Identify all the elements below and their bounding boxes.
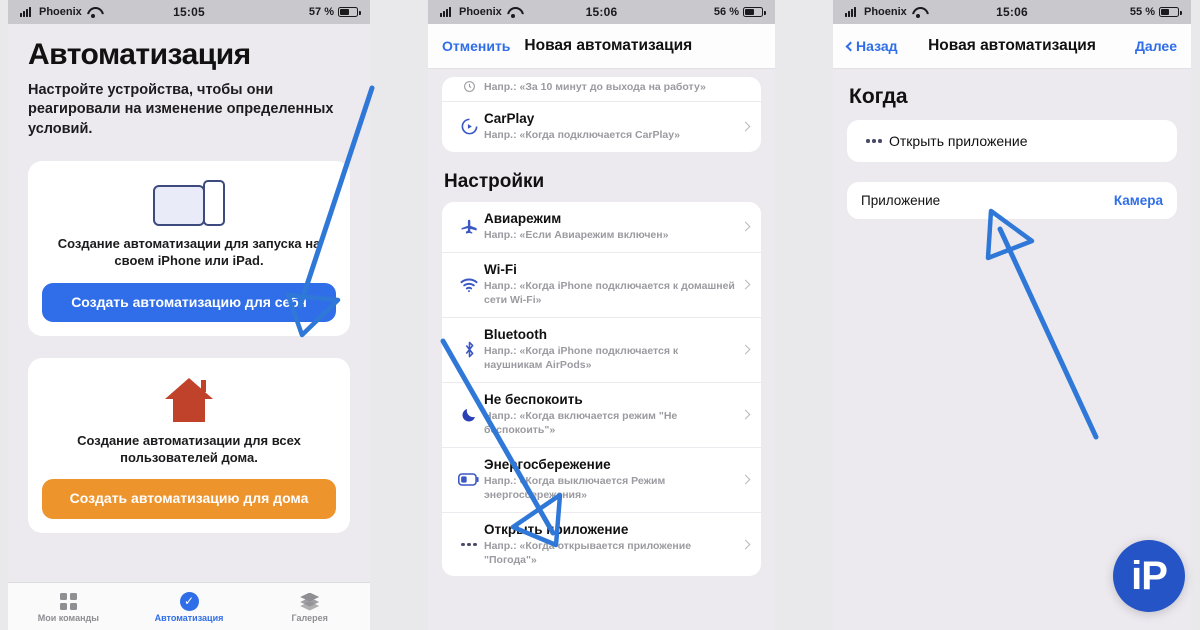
clock-icon [454,80,484,93]
chevron-right-icon [740,409,751,420]
chevron-right-icon [740,539,751,550]
home-icon [42,372,336,428]
list-item-open-app-trigger[interactable]: Открыть приложение [847,120,1177,162]
moon-icon [454,406,484,424]
battery-icon [1159,7,1182,17]
list-item-carplay[interactable]: CarPlay Напр.: «Когда подключается CarPl… [442,100,761,152]
list-item-open-app-title: Открыть приложение [484,521,629,537]
status-bar: Phoenix 15:05 57 % [8,0,370,24]
list-item-low-power-mode-title: Энергосбережение [484,456,611,472]
card-personal-automation: Создание автоматизации для запуска на св… [28,161,350,337]
battery-icon [338,7,361,17]
settings-trigger-list: Авиарежим Напр.: «Если Авиарежим включен… [442,201,761,577]
list-item-wifi[interactable]: Wi-Fi Напр.: «Когда iPhone подключается … [442,251,761,317]
list-item-open-app-trigger-label: Открыть приложение [889,132,1028,149]
nav-bar: Отменить Новая автоматизация [428,24,775,69]
phone-panel-automation-home: Phoenix 15:05 57 % Автоматизация Настрой… [8,0,370,630]
trigger-list-top: Напр.: «За 10 минут до выхода на работу»… [442,77,761,152]
section-title-settings: Настройки [444,170,545,192]
cancel-button[interactable]: Отменить [442,38,510,54]
section-title-when: Когда [849,85,908,108]
status-bar-right: 56 % [713,6,766,18]
check-circle-icon: ✓ [129,590,250,612]
list-item-do-not-disturb[interactable]: Не беспокоить Напр.: «Когда включается р… [442,381,761,447]
battery-icon [743,7,766,17]
list-item-carplay-title: CarPlay [484,110,535,126]
card-personal-text: Создание автоматизации для запуска на св… [57,236,321,269]
battery-percent-label: 56 % [713,6,739,18]
list-item-do-not-disturb-title: Не беспокоить [484,391,583,407]
site-logo: iP [1113,540,1185,612]
list-item-bluetooth-sub: Напр.: «Когда iPhone подключается к науш… [484,345,679,371]
nav-bar: Назад Новая автоматизация Далее [833,24,1191,69]
tab-gallery-label: Галерея [291,613,328,623]
list-item-low-power-mode[interactable]: Энергосбережение Напр.: «Когда выключает… [442,446,761,512]
list-item-partial-time-sub: Напр.: «За 10 минут до выхода на работу» [484,81,706,93]
list-item-bluetooth-title: Bluetooth [484,326,547,342]
app-selector-card: Приложение Камера [847,182,1177,219]
phone3-screen: Назад Новая автоматизация Далее Когда От… [833,24,1191,630]
chevron-right-icon [740,221,751,232]
list-item-low-power-mode-sub: Напр.: «Когда выключается Режим энергосб… [484,474,666,501]
chevron-right-icon [740,279,751,290]
list-item-airplane-mode-sub: Напр.: «Если Авиарежим включен» [484,229,669,242]
wifi-icon [454,277,484,293]
tab-automation[interactable]: ✓ Автоматизация [129,590,250,623]
airplane-icon [454,217,484,236]
chevron-right-icon [740,474,751,485]
battery-percent-label: 55 % [1129,6,1155,18]
list-item-partial-time[interactable]: Напр.: «За 10 минут до выхода на работу» [442,77,761,101]
app-selector-value[interactable]: Камера [1114,193,1163,208]
phone1-header: Автоматизация Настройте устройства, чтоб… [8,24,370,139]
carplay-icon [454,117,484,136]
app-selector-label: Приложение [861,193,941,208]
page-subtitle: Настройте устройства, чтобы они реагиров… [28,82,334,137]
card-home-automation: Создание автоматизации для всех пользова… [28,358,350,533]
status-bar: Phoenix 15:06 56 % [428,0,775,24]
list-item-open-app[interactable]: Открыть приложение Напр.: «Когда открыва… [442,511,761,577]
tab-gallery[interactable]: Галерея [249,590,370,623]
devices-icon [42,175,336,231]
page-title: Автоматизация [28,38,251,71]
next-button[interactable]: Далее [1135,38,1177,54]
tab-automation-label: Автоматизация [154,613,224,623]
create-automation-for-self-button[interactable]: Создать автоматизацию для себя [42,282,336,323]
list-item-airplane-mode-title: Авиарежим [484,210,562,226]
tab-bar: Мои команды ✓ Автоматизация Галерея [8,582,370,630]
create-automation-for-home-button[interactable]: Создать автоматизацию для дома [42,479,336,519]
tab-my-shortcuts-label: Мои команды [37,613,99,623]
phone2-screen: Отменить Новая автоматизация Напр.: «За … [428,24,775,630]
status-bar: Phoenix 15:06 55 % [833,0,1191,24]
battery-icon [454,473,484,486]
tab-my-shortcuts[interactable]: Мои команды [8,590,129,623]
battery-percent-label: 57 % [308,6,334,18]
screenshot-root: Phoenix 15:05 57 % Автоматизация Настрой… [0,0,1200,630]
list-item-bluetooth[interactable]: Bluetooth Напр.: «Когда iPhone подключае… [442,316,761,382]
phone-panel-new-automation-triggers: Phoenix 15:06 56 % Отменить Новая автома… [428,0,775,630]
chevron-right-icon [740,121,751,132]
status-bar-right: 57 % [308,6,361,18]
layers-icon [249,590,370,612]
list-item-wifi-sub: Напр.: «Когда iPhone подключается к дома… [484,280,735,306]
dots-icon [859,139,889,143]
list-item-open-app-sub: Напр.: «Когда открывается приложение "По… [484,539,692,566]
nav-title: Новая автоматизация [524,37,693,54]
chevron-right-icon [740,344,751,355]
list-item-wifi-title: Wi-Fi [484,261,517,277]
card-home-text: Создание автоматизации для всех пользова… [77,433,301,466]
grid-icon [8,590,129,612]
dots-icon [454,542,484,547]
bluetooth-icon [454,340,484,359]
list-item-carplay-sub: Напр.: «Когда подключается CarPlay» [484,129,680,142]
trigger-card: Открыть приложение [847,120,1177,162]
app-selector-row[interactable]: Приложение Камера [847,182,1177,219]
phone-panel-when-open-app: Phoenix 15:06 55 % Назад Новая автоматиз… [833,0,1191,630]
list-item-airplane-mode[interactable]: Авиарежим Напр.: «Если Авиарежим включен… [442,202,761,252]
status-bar-right: 55 % [1129,6,1182,18]
list-item-do-not-disturb-sub: Напр.: «Когда включается режим "Не беспо… [484,409,678,436]
phone1-screen: Автоматизация Настройте устройства, чтоб… [8,24,370,630]
